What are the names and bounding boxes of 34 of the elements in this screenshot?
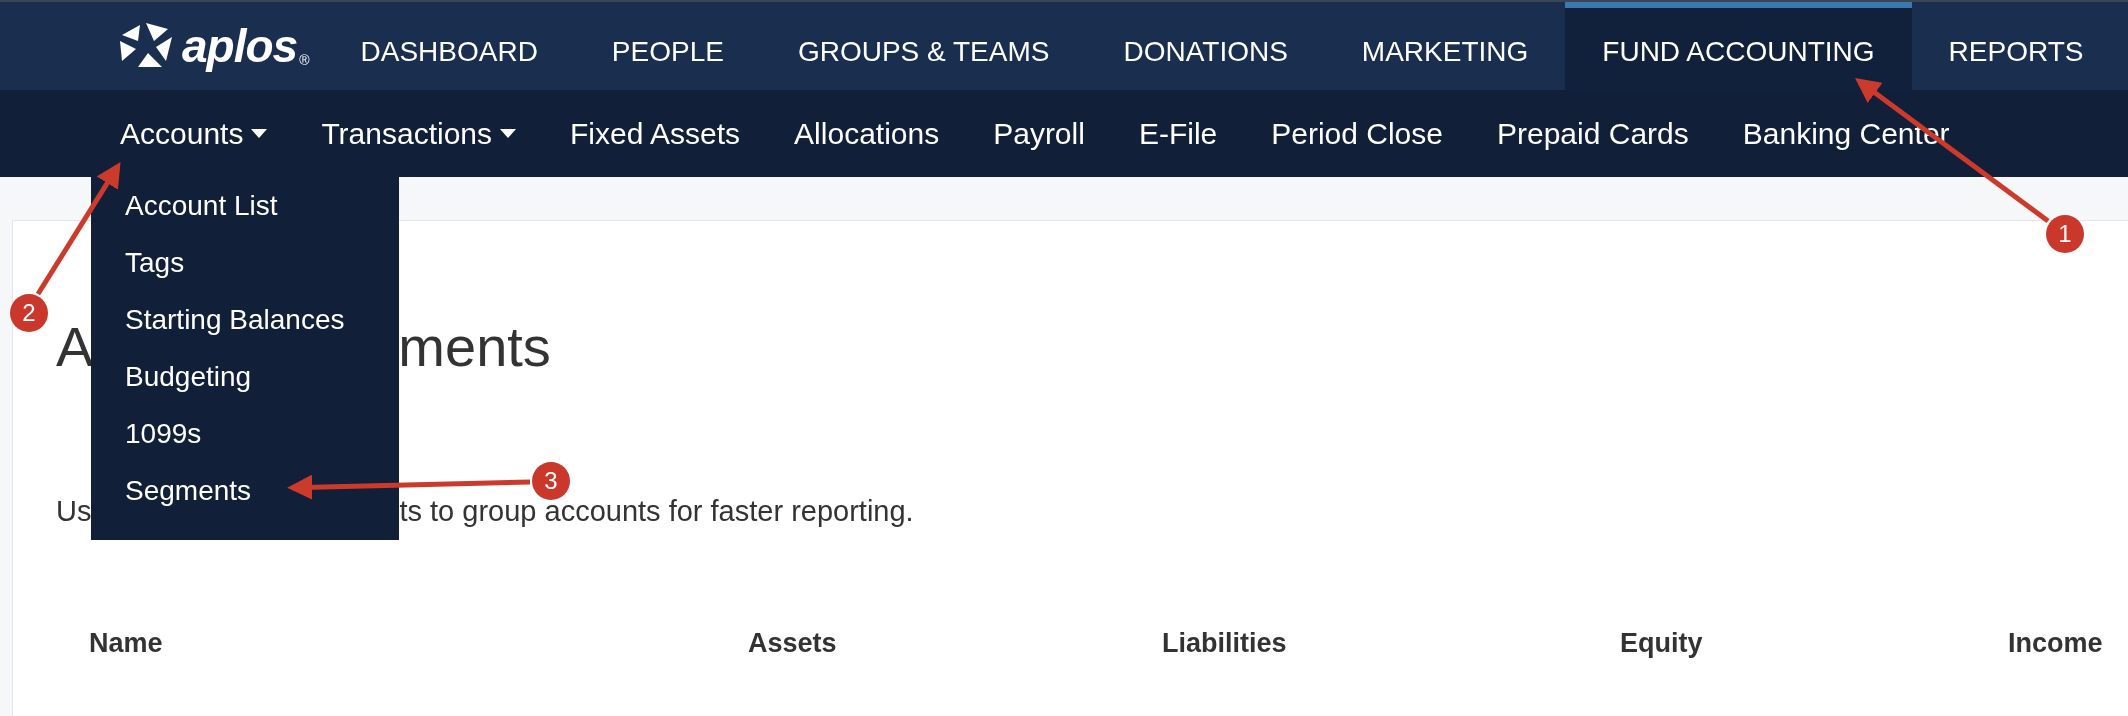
nav-tab[interactable]: MARKETING [1324,2,1566,90]
column-header: Income [2008,628,2104,659]
page-heading: ments [398,314,551,379]
menu-item[interactable]: Starting Balances [125,291,399,348]
annotation-badge: 2 [10,294,48,332]
registered-mark: ® [299,52,310,68]
nav-tab[interactable]: GROUPS & TEAMS [760,2,1087,90]
menu-item[interactable]: 1099s [125,405,399,462]
description-text: Us [56,495,92,528]
subnav-item[interactable]: Period Close [1271,116,1443,151]
subnav-item[interactable]: Fixed Assets [570,116,741,151]
brand-name[interactable]: aplos [182,19,298,73]
menu-item[interactable]: Tags [125,234,399,291]
menu-item[interactable]: Account List [125,177,399,234]
subnav-item[interactable]: Payroll [993,116,1085,151]
subnav-item[interactable]: Prepaid Cards [1497,116,1689,151]
nav-tab[interactable]: REPORTS [1911,2,2121,90]
column-header: Assets [748,628,838,659]
column-header: Equity [1620,628,1704,659]
nav-tab[interactable]: FUND ACCOUNTING [1565,2,1912,90]
menu-item[interactable]: Budgeting [125,348,399,405]
annotation-badge: 1 [2046,215,2084,253]
subnav-item[interactable]: Accounts [120,116,268,151]
nav-tab[interactable]: DONATIONS [1086,2,1325,90]
annotation-badge: 3 [532,462,570,500]
column-header: Name [89,628,164,659]
menu-item[interactable]: Segments [125,462,399,519]
subnav-item[interactable]: Allocations [794,116,940,151]
nav-tab[interactable]: DASHBOARD [323,2,575,90]
page-heading: A [56,314,94,379]
subnav-item[interactable]: E-File [1138,116,1218,151]
nav-tab[interactable]: PEOPLE [574,2,761,90]
column-header: Liabilities [1162,628,1288,659]
subnav-item[interactable]: Transactions [321,116,517,151]
